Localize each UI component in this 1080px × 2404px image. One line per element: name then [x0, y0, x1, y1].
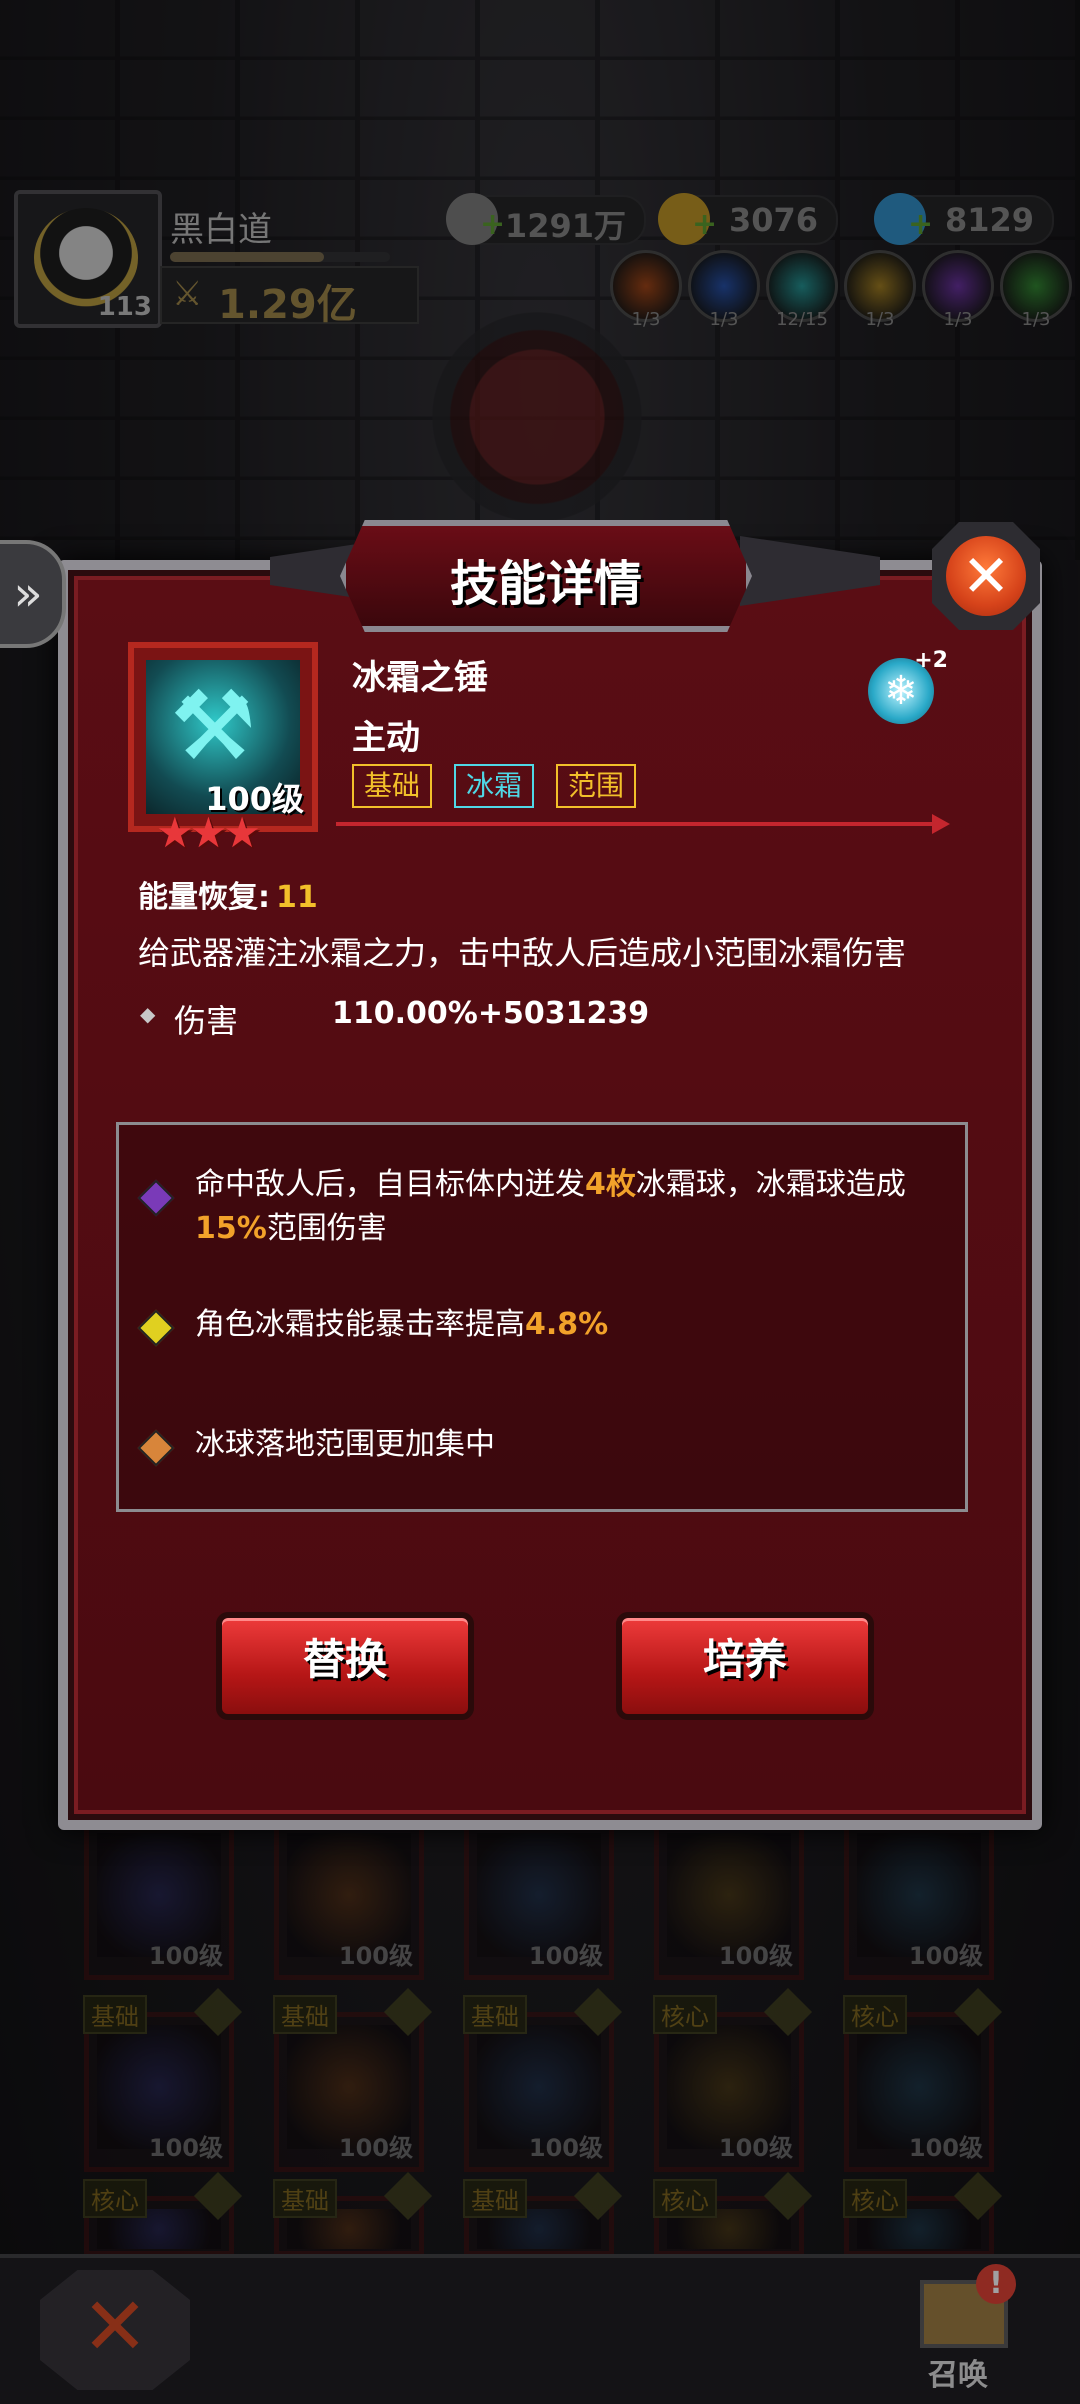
summon-button[interactable]: 召唤 !	[900, 2264, 1020, 2393]
alert-badge: !	[976, 2264, 1016, 2304]
effect-1-highlight-a: 4枚	[585, 1167, 636, 1202]
skill-description: 给武器灌注冰霜之力，击中敌人后造成小范围冰霜伤害	[138, 934, 907, 972]
divider-arrow	[336, 814, 950, 834]
effect-purple-diamond-icon	[137, 1179, 175, 1217]
replace-button[interactable]: 替换	[216, 1612, 474, 1720]
skill-stars: ★★★	[156, 808, 261, 857]
effect-yellow-diamond-icon	[137, 1309, 175, 1347]
snowflake-icon: ❄	[884, 668, 918, 714]
effect-2-text: 角色冰霜技能暴击率提高	[195, 1307, 525, 1342]
upgrade-button[interactable]: 培养	[616, 1612, 874, 1720]
effect-1-text-a: 命中敌人后，自目标体内迸发	[195, 1167, 585, 1202]
skill-tag-area: 范围	[556, 764, 637, 808]
damage-value: 110.00%+5031239	[332, 996, 650, 1031]
effect-1-text-b: 冰霜球，冰霜球造成	[635, 1167, 906, 1202]
element-badge-plus: +2	[914, 648, 948, 673]
energy-label: 能量恢复:	[138, 880, 270, 915]
effect-1-highlight-b: 15%	[195, 1211, 267, 1246]
dialog-title-banner: 技能详情	[340, 520, 752, 632]
effect-line-1: 命中敌人后，自目标体内迸发4枚冰霜球，冰霜球造成 15%范围伤害	[195, 1163, 935, 1251]
side-expand-button[interactable]: »	[0, 540, 66, 648]
close-icon: ✕	[946, 536, 1026, 616]
skill-effects-panel: 命中敌人后，自目标体内迸发4枚冰霜球，冰霜球造成 15%范围伤害 角色冰霜技能暴击…	[116, 1122, 968, 1512]
skill-tag-frost: 冰霜	[454, 764, 535, 808]
replace-button-label: 替换	[302, 1635, 387, 1684]
effect-1-text-c: 范围伤害	[266, 1211, 387, 1246]
close-button[interactable]: ✕	[932, 522, 1040, 630]
skill-icon-frame: ⚒ 100级	[128, 642, 318, 832]
skill-type: 主动	[352, 718, 420, 758]
energy-value: 11	[276, 880, 318, 915]
skill-name: 冰霜之锤	[352, 658, 488, 698]
bottom-close-button[interactable]: ✕	[40, 2270, 190, 2390]
diamond-bullet-icon: ◆	[140, 1002, 156, 1026]
effect-2-highlight: 4.8%	[525, 1307, 609, 1342]
effect-line-3: 冰球落地范围更加集中	[195, 1423, 935, 1467]
ice-element-badge[interactable]: ❄ +2	[868, 648, 948, 724]
skill-tag-basic: 基础	[352, 764, 433, 808]
summon-label: 召唤	[928, 2358, 988, 2393]
damage-label: 伤害	[174, 1002, 239, 1040]
upgrade-button-label: 培养	[702, 1635, 787, 1684]
dialog-title: 技能详情	[449, 556, 642, 612]
effect-3-text: 冰球落地范围更加集中	[195, 1427, 495, 1462]
effect-line-2: 角色冰霜技能暴击率提高4.8%	[195, 1303, 935, 1347]
energy-recovery: 能量恢复: 11	[138, 872, 318, 916]
effect-orange-diamond-icon	[137, 1429, 175, 1467]
double-chevron-right-icon: »	[13, 566, 43, 622]
close-icon: ✕	[81, 2280, 149, 2373]
